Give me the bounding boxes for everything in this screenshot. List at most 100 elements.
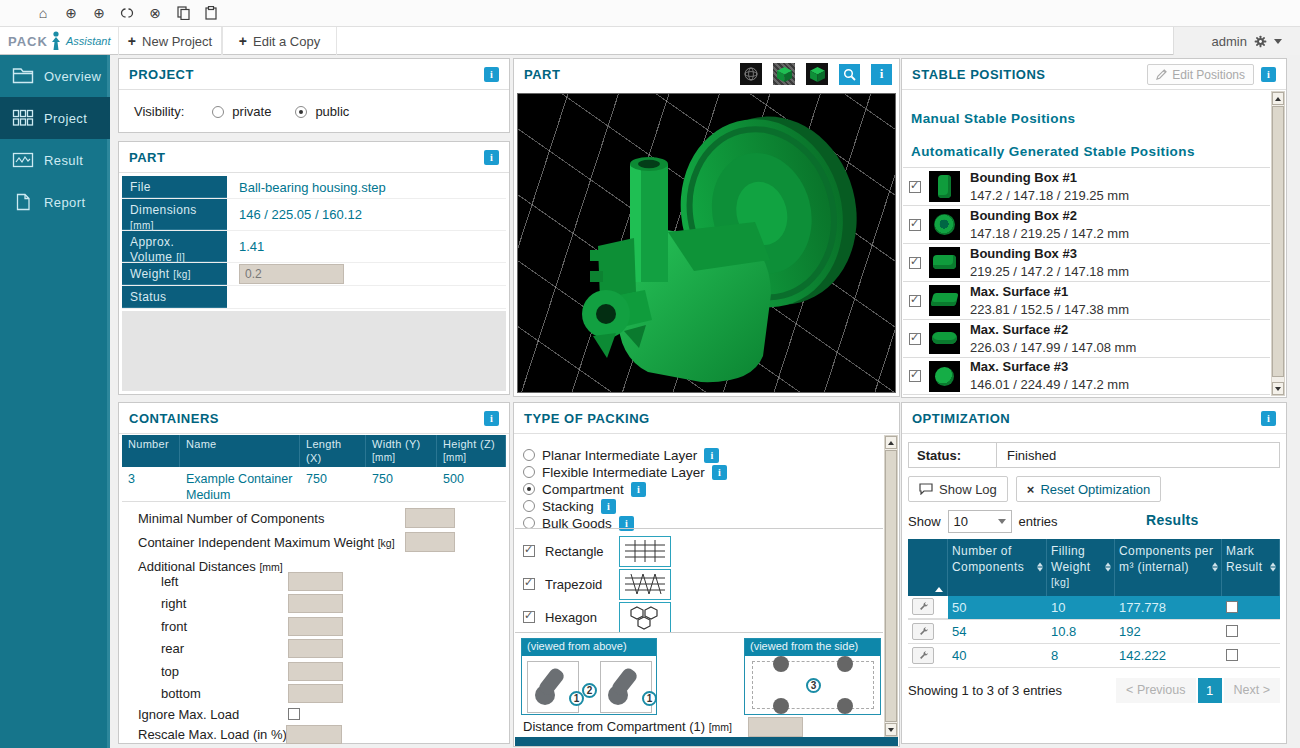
home-icon[interactable]: ⌂ xyxy=(36,5,50,21)
rescale-max-load-input[interactable] xyxy=(286,725,342,744)
current-page-button[interactable]: 1 xyxy=(1198,678,1222,703)
mark-result-checkbox[interactable] xyxy=(1226,649,1238,661)
radio-public[interactable] xyxy=(295,106,307,118)
close-icon[interactable]: ⊗ xyxy=(148,5,162,21)
zoom-view-button[interactable] xyxy=(839,64,860,85)
info-icon[interactable]: i xyxy=(484,150,499,165)
distance-compartment-input[interactable] xyxy=(748,717,803,737)
info-icon[interactable]: i xyxy=(871,64,892,85)
position-checkbox[interactable] xyxy=(909,257,921,269)
private-label[interactable]: private xyxy=(232,104,271,119)
result-row[interactable]: 50 10 177.778 xyxy=(908,596,1280,620)
position-checkbox[interactable] xyxy=(909,295,921,307)
col-per-m3[interactable]: Components per m³ (internal) xyxy=(1115,539,1222,596)
distance-input[interactable] xyxy=(288,684,343,703)
packing-option[interactable]: Flexible Intermediate Layer i xyxy=(523,464,727,480)
packing-option[interactable]: Stacking i xyxy=(523,498,616,514)
solid-view-button[interactable] xyxy=(806,63,828,85)
shape-rectangle[interactable]: Rectangle xyxy=(523,535,671,567)
paste-icon[interactable] xyxy=(204,5,218,21)
container-row[interactable]: 3 Example Container Medium 750 750 500 xyxy=(122,467,506,502)
position-checkbox[interactable] xyxy=(909,370,921,382)
distance-input[interactable] xyxy=(288,662,343,681)
wrench-button[interactable] xyxy=(912,623,934,640)
packing-option[interactable]: Compartment i xyxy=(523,481,646,497)
radio[interactable] xyxy=(523,449,535,461)
stable-position-row[interactable]: Bounding Box #3 219.25 / 147.2 / 147.18 … xyxy=(903,243,1270,281)
public-label[interactable]: public xyxy=(315,104,349,119)
grid-icon xyxy=(12,109,34,127)
min-components-input[interactable] xyxy=(405,508,455,528)
sort-column-header[interactable] xyxy=(908,539,948,596)
new-project-button[interactable]: + New Project xyxy=(118,27,222,55)
distance-input[interactable] xyxy=(288,617,343,636)
packing-scrollbar[interactable] xyxy=(884,435,898,737)
add-icon[interactable]: ⊕ xyxy=(92,5,106,21)
stable-position-row[interactable]: Bounding Box #2 147.18 / 219.25 / 147.2 … xyxy=(903,205,1270,243)
previous-page-button[interactable]: < Previous xyxy=(1116,678,1195,703)
shape-hexagon[interactable]: Hexagon xyxy=(523,601,671,633)
preview-above: (viewed from above) 1 2 1 xyxy=(521,638,657,715)
info-icon[interactable]: i xyxy=(704,448,719,463)
wrench-button[interactable] xyxy=(912,598,934,615)
col-mark-result[interactable]: Mark Result xyxy=(1222,539,1280,596)
info-icon[interactable]: i xyxy=(601,499,616,514)
mark-result-checkbox[interactable] xyxy=(1226,625,1238,637)
trapezoid-checkbox[interactable] xyxy=(523,578,535,590)
distance-input[interactable] xyxy=(288,572,343,591)
speech-bubble-icon xyxy=(919,483,933,495)
edit-positions-button[interactable]: Edit Positions xyxy=(1147,64,1254,85)
radio[interactable] xyxy=(523,500,535,512)
sidebar-item-result[interactable]: Result xyxy=(0,139,110,181)
stable-position-row[interactable]: Bounding Box #1 147.2 / 147.18 / 219.25 … xyxy=(903,167,1270,205)
info-icon[interactable]: i xyxy=(712,465,727,480)
stable-position-row[interactable]: Max. Surface #3 146.01 / 224.49 / 147.2 … xyxy=(903,357,1270,395)
info-icon[interactable]: i xyxy=(1261,411,1276,426)
distance-input[interactable] xyxy=(288,639,343,658)
refresh-icon[interactable] xyxy=(120,5,134,21)
stable-position-row[interactable]: Max. Surface #1 223.81 / 152.5 / 147.38 … xyxy=(903,281,1270,319)
stable-position-row[interactable]: Max. Surface #2 226.03 / 147.99 / 147.08… xyxy=(903,319,1270,357)
distance-input[interactable] xyxy=(288,594,343,613)
wireframe-view-button[interactable] xyxy=(740,63,762,85)
info-icon[interactable]: i xyxy=(631,482,646,497)
shape-trapezoid[interactable]: Trapezoid xyxy=(523,568,671,600)
result-row[interactable]: 54 10.8 192 xyxy=(908,620,1280,644)
ignore-max-load-checkbox[interactable] xyxy=(288,708,300,720)
info-icon[interactable]: i xyxy=(484,67,499,82)
radio-private[interactable] xyxy=(212,106,224,118)
sidebar-item-project[interactable]: Project xyxy=(0,97,110,139)
radio[interactable] xyxy=(523,483,535,495)
stable-scrollbar[interactable] xyxy=(1271,91,1285,396)
info-icon[interactable]: i xyxy=(1261,67,1276,82)
radio[interactable] xyxy=(523,466,535,478)
result-row[interactable]: 40 8 142.222 xyxy=(908,644,1280,668)
mark-result-checkbox[interactable] xyxy=(1226,601,1238,613)
info-icon[interactable]: i xyxy=(484,411,499,426)
wrench-button[interactable] xyxy=(912,647,934,664)
rectangle-checkbox[interactable] xyxy=(523,545,535,557)
hexagon-checkbox[interactable] xyxy=(523,611,535,623)
sidebar-item-overview[interactable]: Overview xyxy=(0,55,110,97)
col-components[interactable]: Number of Components xyxy=(948,539,1047,596)
next-page-button[interactable]: Next > xyxy=(1224,678,1280,703)
show-log-button[interactable]: Show Log xyxy=(908,476,1008,502)
col-weight[interactable]: Filling Weight [kg] xyxy=(1047,539,1115,596)
packing-option[interactable]: Planar Intermediate Layer i xyxy=(523,447,719,463)
side-view-diagram: 3 xyxy=(752,661,874,709)
sidebar-item-report[interactable]: Report xyxy=(0,181,110,223)
page-size-select[interactable]: 10 xyxy=(948,510,1012,533)
weight-input[interactable] xyxy=(239,264,344,284)
position-checkbox[interactable] xyxy=(909,333,921,345)
reset-optimization-button[interactable]: × Reset Optimization xyxy=(1016,476,1161,502)
marker-2: 2 xyxy=(582,683,597,698)
3d-viewer[interactable] xyxy=(517,93,896,393)
max-weight-input[interactable] xyxy=(405,532,455,552)
zoom-in-icon[interactable]: ⊕ xyxy=(64,5,78,21)
user-menu[interactable]: admin xyxy=(1173,27,1300,55)
position-checkbox[interactable] xyxy=(909,181,921,193)
edit-copy-button[interactable]: + Edit a Copy xyxy=(222,27,337,55)
position-checkbox[interactable] xyxy=(909,219,921,231)
copy-icon[interactable] xyxy=(176,5,190,21)
textured-view-button[interactable] xyxy=(773,63,795,85)
